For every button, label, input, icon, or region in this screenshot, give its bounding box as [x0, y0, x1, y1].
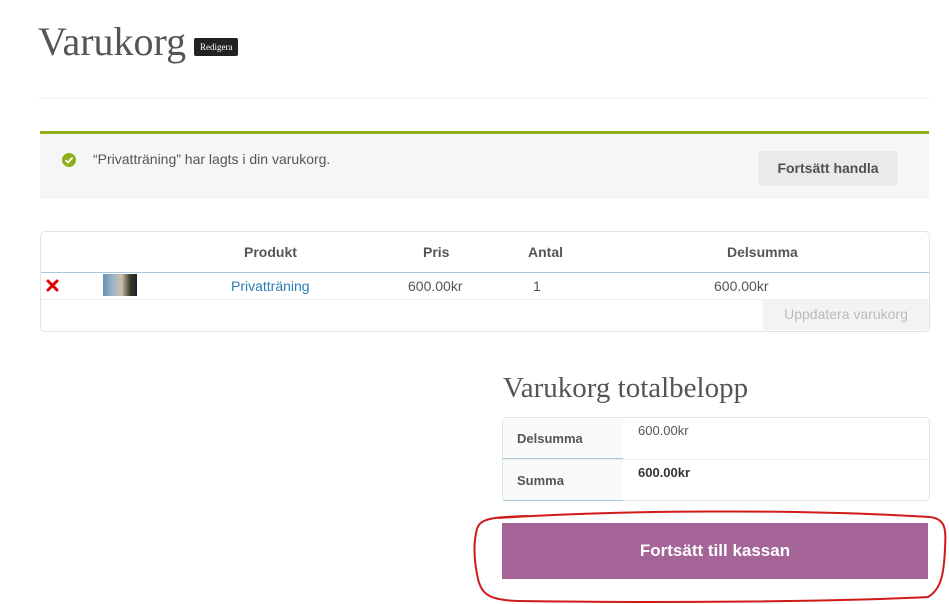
totals-label-cell: Summa	[503, 460, 623, 501]
column-header-price: Pris	[423, 244, 450, 260]
totals-row-subtotal: Delsumma 600.00kr	[503, 418, 929, 459]
cart-table-header: Produkt Pris Antal Delsumma	[41, 232, 929, 273]
column-header-subtotal: Delsumma	[727, 244, 798, 260]
notice-message: “Privatträning” har lagts i din varukorg…	[93, 151, 331, 167]
page-title: Varukorg	[38, 19, 187, 64]
cart-totals-title: Varukorg totalbelopp	[503, 372, 749, 404]
product-thumbnail[interactable]	[103, 274, 137, 296]
check-circle-icon	[62, 153, 76, 167]
totals-value: 600.00kr	[638, 423, 689, 438]
remove-x-icon[interactable]	[45, 278, 61, 294]
table-row: Privatträning 600.00kr 1 600.00kr	[41, 273, 929, 300]
totals-value: 600.00kr	[638, 465, 691, 480]
cart-table: Produkt Pris Antal Delsumma Privattränin…	[40, 231, 930, 332]
totals-row-total: Summa 600.00kr	[503, 460, 929, 501]
edit-page-link[interactable]: Redigera	[194, 38, 239, 56]
cart-totals-table: Delsumma 600.00kr Summa 600.00kr	[502, 417, 930, 501]
product-quantity[interactable]: 1	[533, 278, 541, 294]
column-header-quantity: Antal	[528, 244, 563, 260]
added-to-cart-notice: “Privatträning” har lagts i din varukorg…	[40, 131, 929, 199]
product-link[interactable]: Privatträning	[231, 278, 310, 294]
divider	[38, 98, 929, 99]
totals-label: Delsumma	[517, 431, 583, 446]
totals-label-cell: Delsumma	[503, 418, 623, 459]
column-header-product: Produkt	[244, 244, 297, 260]
proceed-to-checkout-button[interactable]: Fortsätt till kassan	[502, 523, 928, 579]
product-subtotal: 600.00kr	[714, 278, 769, 294]
update-cart-button[interactable]: Uppdatera varukorg	[763, 299, 929, 330]
product-price: 600.00kr	[408, 278, 463, 294]
continue-shopping-button[interactable]: Fortsätt handla	[758, 151, 898, 186]
totals-label: Summa	[517, 473, 564, 488]
